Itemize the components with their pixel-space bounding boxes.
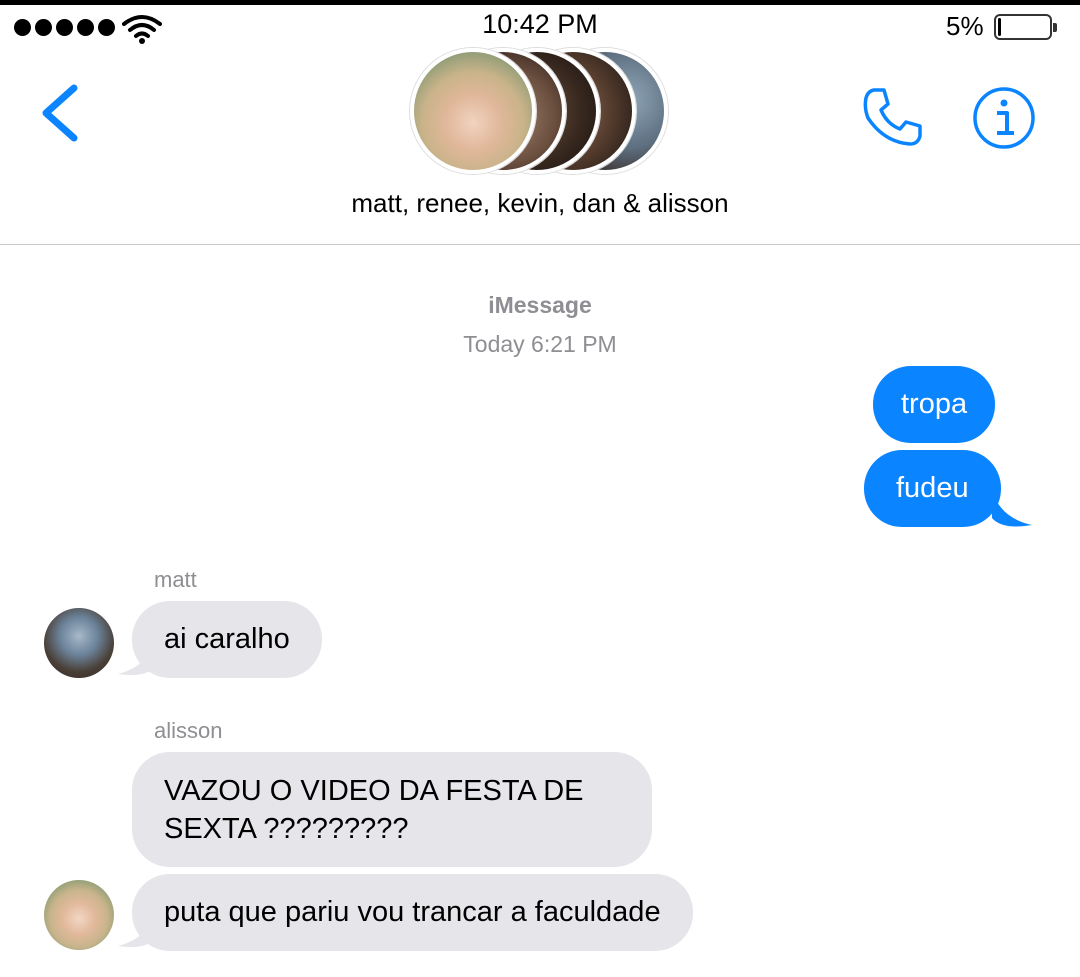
group-name[interactable]: matt, renee, kevin, dan & alisson	[0, 188, 1080, 219]
status-time: 10:42 PM	[482, 9, 598, 39]
message-text-line: VAZOU O VIDEO DA FESTA DE	[164, 775, 584, 807]
message-text: ai caralho	[164, 623, 290, 655]
group-avatar-stack[interactable]	[410, 48, 680, 174]
message-text-line: SEXTA ?????????	[164, 813, 409, 845]
sent-message-bubble[interactable]: tropa	[873, 366, 996, 443]
battery-icon	[994, 14, 1057, 40]
header-divider	[0, 244, 1080, 245]
phone-icon	[863, 88, 922, 146]
avatar[interactable]	[44, 608, 114, 678]
received-message-bubble[interactable]: puta que pariu vou trancar a faculdade	[132, 874, 693, 951]
info-button[interactable]	[972, 86, 1036, 150]
battery-level-fill	[998, 18, 1001, 36]
status-bar: 10:42 PM 5%	[0, 5, 1080, 45]
timestamp: Today 6:21 PM	[463, 331, 617, 357]
back-button[interactable]	[38, 82, 82, 144]
message-text: puta que pariu vou trancar a faculdade	[164, 896, 661, 928]
call-button[interactable]	[860, 84, 926, 150]
avatar[interactable]	[44, 880, 114, 950]
message-text: fudeu	[896, 472, 969, 504]
service-label: iMessage	[488, 292, 592, 318]
chevron-left-icon	[42, 84, 78, 142]
message-text: tropa	[901, 388, 968, 420]
sent-message-bubble[interactable]: fudeu	[864, 450, 1001, 527]
received-message-bubble[interactable]: VAZOU O VIDEO DA FESTA DE SEXTA ????????…	[132, 752, 652, 867]
avatar-alisson	[410, 48, 536, 174]
sender-name: alisson	[154, 718, 223, 743]
bubble-tail	[992, 490, 1032, 527]
battery-percent: 5%	[946, 11, 984, 41]
sender-name: matt	[154, 567, 197, 592]
received-message-bubble[interactable]: ai caralho	[132, 601, 322, 678]
info-icon	[973, 87, 1035, 149]
